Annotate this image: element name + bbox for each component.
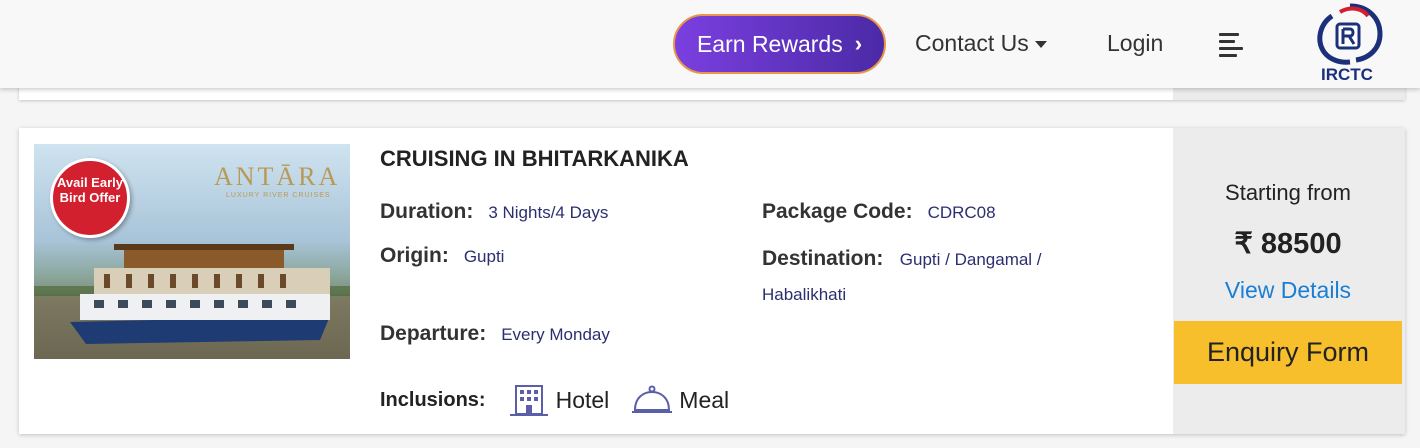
- top-navbar: Earn Rewards › Contact Us Login IRCTC: [0, 0, 1420, 88]
- meal-icon: [632, 385, 673, 413]
- early-bird-badge: Avail Early Bird Offer: [50, 158, 130, 238]
- image-brand-logo: ANTĀRA: [214, 162, 341, 191]
- chevron-right-icon: ›: [854, 31, 863, 56]
- hotel-icon: [509, 385, 548, 416]
- menu-icon[interactable]: [1219, 33, 1243, 57]
- image-brand-subtitle: LUXURY RIVER CRUISES: [226, 192, 331, 199]
- contact-us-dropdown[interactable]: Contact Us: [915, 30, 1047, 57]
- view-details-link[interactable]: View Details: [1173, 277, 1403, 304]
- package-price: ₹ 88500: [1234, 228, 1342, 260]
- price-panel: Starting from ₹ 88500 View Details Enqui…: [1173, 128, 1405, 434]
- inclusion-hotel: Hotel: [508, 384, 610, 416]
- previous-package-card: [19, 86, 1405, 100]
- inclusions-label: Inclusions:: [380, 388, 486, 411]
- login-link[interactable]: Login: [1107, 30, 1163, 57]
- enquiry-form-button[interactable]: Enquiry Form: [1174, 321, 1402, 384]
- package-code-label: Package Code:: [762, 200, 913, 223]
- earn-rewards-button[interactable]: Earn Rewards ›: [673, 14, 886, 74]
- departure-field: Departure: Every Monday: [380, 322, 610, 346]
- package-code-field: Package Code: CDRC08: [762, 200, 996, 224]
- earn-rewards-label: Earn Rewards: [696, 30, 843, 57]
- previous-card-price-panel: [1173, 86, 1405, 100]
- package-code-value: CDRC08: [927, 203, 996, 222]
- destination-field: Destination: Gupti / Dangamal / Habalikh…: [762, 242, 1092, 313]
- logo-text: IRCTC: [1321, 65, 1373, 84]
- origin-value: Gupti: [463, 247, 505, 266]
- package-card: Avail Early Bird Offer ANTĀRA LUXURY RIV…: [19, 128, 1405, 434]
- inclusion-meal-label: Meal: [679, 386, 730, 413]
- departure-value: Every Monday: [501, 325, 610, 344]
- destination-label: Destination:: [762, 247, 884, 270]
- origin-field: Origin: Gupti: [380, 244, 504, 268]
- duration-field: Duration: 3 Nights/4 Days: [380, 200, 608, 224]
- contact-us-label: Contact Us: [915, 30, 1029, 56]
- origin-label: Origin:: [380, 244, 449, 267]
- irctc-logo[interactable]: IRCTC: [1310, 2, 1384, 86]
- inclusions-row: Inclusions: Hotel Meal: [380, 384, 751, 416]
- inclusion-meal: Meal: [631, 384, 729, 416]
- departure-label: Departure:: [380, 322, 487, 345]
- caret-down-icon: [1034, 41, 1047, 48]
- duration-label: Duration:: [380, 200, 474, 223]
- starting-from-label: Starting from: [1225, 180, 1351, 205]
- inclusion-hotel-label: Hotel: [555, 386, 610, 413]
- package-image[interactable]: Avail Early Bird Offer ANTĀRA LUXURY RIV…: [34, 144, 350, 359]
- irctc-emblem-icon: [1317, 3, 1383, 65]
- duration-value: 3 Nights/4 Days: [488, 203, 609, 222]
- package-title[interactable]: CRUISING IN BHITARKANIKA: [380, 146, 689, 172]
